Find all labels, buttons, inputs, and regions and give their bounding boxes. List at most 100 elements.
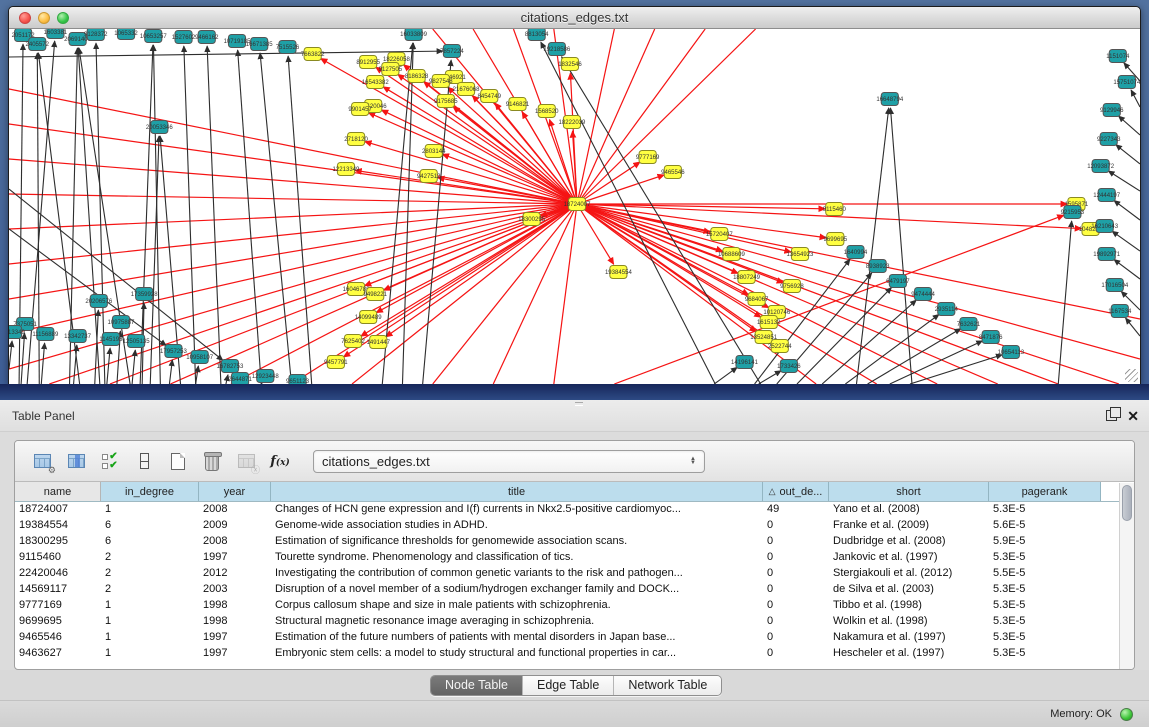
graph-node[interactable]: 9474444 — [911, 288, 935, 301]
graph-node[interactable]: 9777169 — [636, 151, 660, 164]
table-cell-title[interactable]: Investigating the contribution of common… — [271, 566, 763, 582]
citation-edge-black[interactable] — [562, 57, 761, 384]
table-cell-title[interactable]: Structural magnetic resonance image aver… — [271, 614, 763, 630]
table-cell-short[interactable]: Wolkin et al. (1998) — [829, 614, 989, 630]
column-header-out_degree[interactable]: △out_de... — [763, 482, 829, 501]
table-cell-name[interactable]: 9115460 — [15, 550, 101, 566]
graph-node[interactable]: 19384554 — [605, 266, 633, 279]
graph-node[interactable]: 12444197 — [1093, 189, 1121, 202]
table-cell-title[interactable]: Embryonic stem cells: a model to study s… — [271, 646, 763, 662]
table-cell-in_degree[interactable]: 1 — [101, 598, 199, 614]
delete-column-button[interactable] — [197, 447, 227, 475]
table-cell-name[interactable]: 19384554 — [15, 518, 101, 534]
citation-edge-black[interactable] — [140, 45, 153, 384]
table-cell-name[interactable]: 18300295 — [15, 534, 101, 550]
graph-node[interactable]: 14196141 — [731, 356, 759, 369]
graph-node[interactable]: 1151074 — [1106, 50, 1130, 63]
table-cell-name[interactable]: 9463627 — [15, 646, 101, 662]
citation-edge-red[interactable] — [9, 204, 577, 299]
citation-edge-black[interactable] — [1108, 171, 1140, 191]
citation-edge-black[interactable] — [1125, 318, 1140, 336]
graph-node[interactable]: 7857224 — [440, 45, 464, 58]
graph-node[interactable]: 2405572 — [25, 38, 49, 51]
table-cell-title[interactable]: Genome-wide association studies in ADHD. — [271, 518, 763, 534]
table-selector-dropdown[interactable]: citations_edges.txt ▲▼ — [313, 450, 705, 473]
table-cell-out_degree[interactable]: 0 — [763, 550, 829, 566]
table-cell-title[interactable]: Tourette syndrome. Phenomenology and cla… — [271, 550, 763, 566]
create-column-button[interactable] — [129, 447, 159, 475]
table-cell-pagerank[interactable]: 5.3E-5 — [989, 598, 1101, 614]
graph-node[interactable]: 20206576 — [85, 295, 113, 308]
citation-edge-black[interactable] — [1116, 145, 1140, 164]
table-cell-in_degree[interactable]: 2 — [101, 582, 199, 598]
citation-edge-black[interactable] — [288, 56, 312, 384]
graph-node[interactable]: 8912955 — [356, 56, 380, 69]
table-cell-title[interactable]: Estimation of significance thresholds fo… — [271, 534, 763, 550]
graph-node[interactable]: 9175685 — [434, 95, 458, 108]
network-window-titlebar[interactable]: citations_edges.txt — [9, 7, 1140, 29]
table-cell-title[interactable]: Changes of HCN gene expression and I(f) … — [271, 502, 763, 518]
graph-node[interactable]: 16543382 — [362, 76, 390, 89]
citation-edge-red[interactable] — [9, 204, 577, 264]
network-canvas[interactable]: 1872400776638228912955182260589127505818… — [9, 29, 1140, 384]
citation-edge-black[interactable] — [21, 333, 24, 384]
citation-edge-black[interactable] — [196, 366, 199, 384]
graph-node[interactable]: 10654113 — [998, 346, 1025, 359]
graph-node[interactable]: 9465546 — [661, 166, 685, 179]
table-row[interactable]: 1872400712008Changes of HCN gene express… — [15, 502, 1134, 518]
graph-node[interactable]: 2644871 — [228, 373, 252, 385]
table-cell-year[interactable]: 2009 — [199, 518, 271, 534]
table-cell-year[interactable]: 2012 — [199, 566, 271, 582]
citation-edge-black[interactable] — [9, 51, 443, 57]
graph-node[interactable]: 6479197 — [886, 275, 910, 288]
graph-node[interactable]: 10653257 — [140, 30, 168, 43]
graph-node[interactable]: 1640994 — [844, 246, 868, 259]
graph-node[interactable]: 8813054 — [525, 29, 549, 41]
table-cell-short[interactable]: Jankovic et al. (1997) — [829, 550, 989, 566]
graph-node[interactable]: 1832546 — [558, 58, 582, 71]
citation-edge-red[interactable] — [554, 204, 577, 384]
table-row[interactable]: 969969511998Structural magnetic resonanc… — [15, 614, 1134, 630]
table-cell-in_degree[interactable]: 1 — [101, 646, 199, 662]
graph-node[interactable]: 19218586 — [543, 43, 571, 56]
table-cell-name[interactable]: 22420046 — [15, 566, 101, 582]
table-cell-pagerank[interactable]: 5.9E-5 — [989, 534, 1101, 550]
scrollbar-thumb[interactable] — [1122, 485, 1132, 521]
column-header-title[interactable]: title — [271, 482, 763, 501]
table-cell-out_degree[interactable]: 0 — [763, 518, 829, 534]
graph-node[interactable]: 1527602 — [172, 31, 196, 44]
graph-node[interactable]: 17016504 — [1101, 279, 1129, 292]
citation-edge-black[interactable] — [107, 348, 110, 384]
graph-node[interactable]: 9427512 — [417, 170, 441, 183]
graph-node[interactable]: 1733426 — [777, 360, 801, 373]
table-cell-out_degree[interactable]: 0 — [763, 534, 829, 550]
column-header-name[interactable]: name — [15, 482, 101, 501]
table-cell-in_degree[interactable]: 1 — [101, 502, 199, 518]
citation-edge-red[interactable] — [9, 204, 577, 369]
table-cell-year[interactable]: 1997 — [199, 646, 271, 662]
table-cell-short[interactable]: Tibbo et al. (1998) — [829, 598, 989, 614]
column-header-pagerank[interactable]: pagerank — [989, 482, 1101, 501]
graph-node[interactable]: 8454749 — [477, 90, 501, 103]
citation-edge-black[interactable] — [541, 42, 715, 384]
table-cell-title[interactable]: Corpus callosum shape and size in male p… — [271, 598, 763, 614]
show-columns-button[interactable] — [61, 447, 91, 475]
citation-edge-red[interactable] — [570, 73, 577, 204]
citation-edge-black[interactable] — [41, 343, 44, 384]
graph-node[interactable]: 18222039 — [559, 116, 587, 129]
graph-node[interactable]: 1491447 — [367, 336, 391, 349]
graph-node[interactable]: 11156889 — [32, 328, 59, 341]
table-row[interactable]: 977716911998Corpus callosum shape and si… — [15, 598, 1134, 614]
table-mode-button[interactable]: ⚙ — [27, 447, 57, 475]
graph-node[interactable]: 2522744 — [768, 340, 792, 353]
tab-network-table[interactable]: Network Table — [614, 676, 721, 695]
function-builder-button[interactable]: f(x) — [265, 447, 295, 475]
graph-node[interactable]: 1065332 — [114, 29, 138, 40]
citation-edge-red[interactable] — [386, 204, 577, 337]
citation-edge-red[interactable] — [9, 204, 577, 334]
table-row[interactable]: 1456911722003Disruption of a novel membe… — [15, 582, 1134, 598]
table-cell-year[interactable]: 1997 — [199, 630, 271, 646]
splitter-handle[interactable] — [575, 402, 583, 406]
graph-node[interactable]: 9457791 — [324, 356, 348, 369]
table-cell-short[interactable]: Hescheler et al. (1997) — [829, 646, 989, 662]
